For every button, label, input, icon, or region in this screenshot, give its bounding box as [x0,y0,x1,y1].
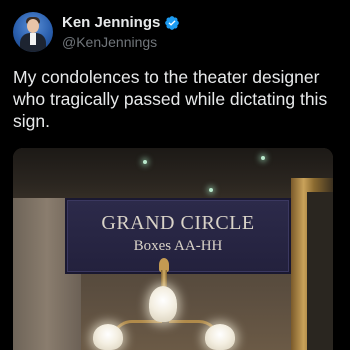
sign-title: GRAND CIRCLE [101,212,255,234]
avatar[interactable] [13,12,53,52]
ceiling-light [143,160,147,164]
name-row: Ken Jennings [62,14,180,32]
ceiling-light [261,156,265,160]
chandelier [89,258,239,350]
display-name[interactable]: Ken Jennings [62,14,160,32]
verified-badge-icon [164,15,180,31]
tweet-header: Ken Jennings @KenJennings [13,12,180,52]
doorway [307,192,333,350]
author-info: Ken Jennings @KenJennings [62,14,180,51]
handle[interactable]: @KenJennings [62,33,180,51]
tweet-text: My condolences to the theater designer w… [13,67,328,131]
tweet-photo[interactable]: GRAND CIRCLE Boxes AA-HH [13,148,333,350]
ceiling-light [209,188,213,192]
sign-subtitle: Boxes AA-HH [133,238,223,254]
